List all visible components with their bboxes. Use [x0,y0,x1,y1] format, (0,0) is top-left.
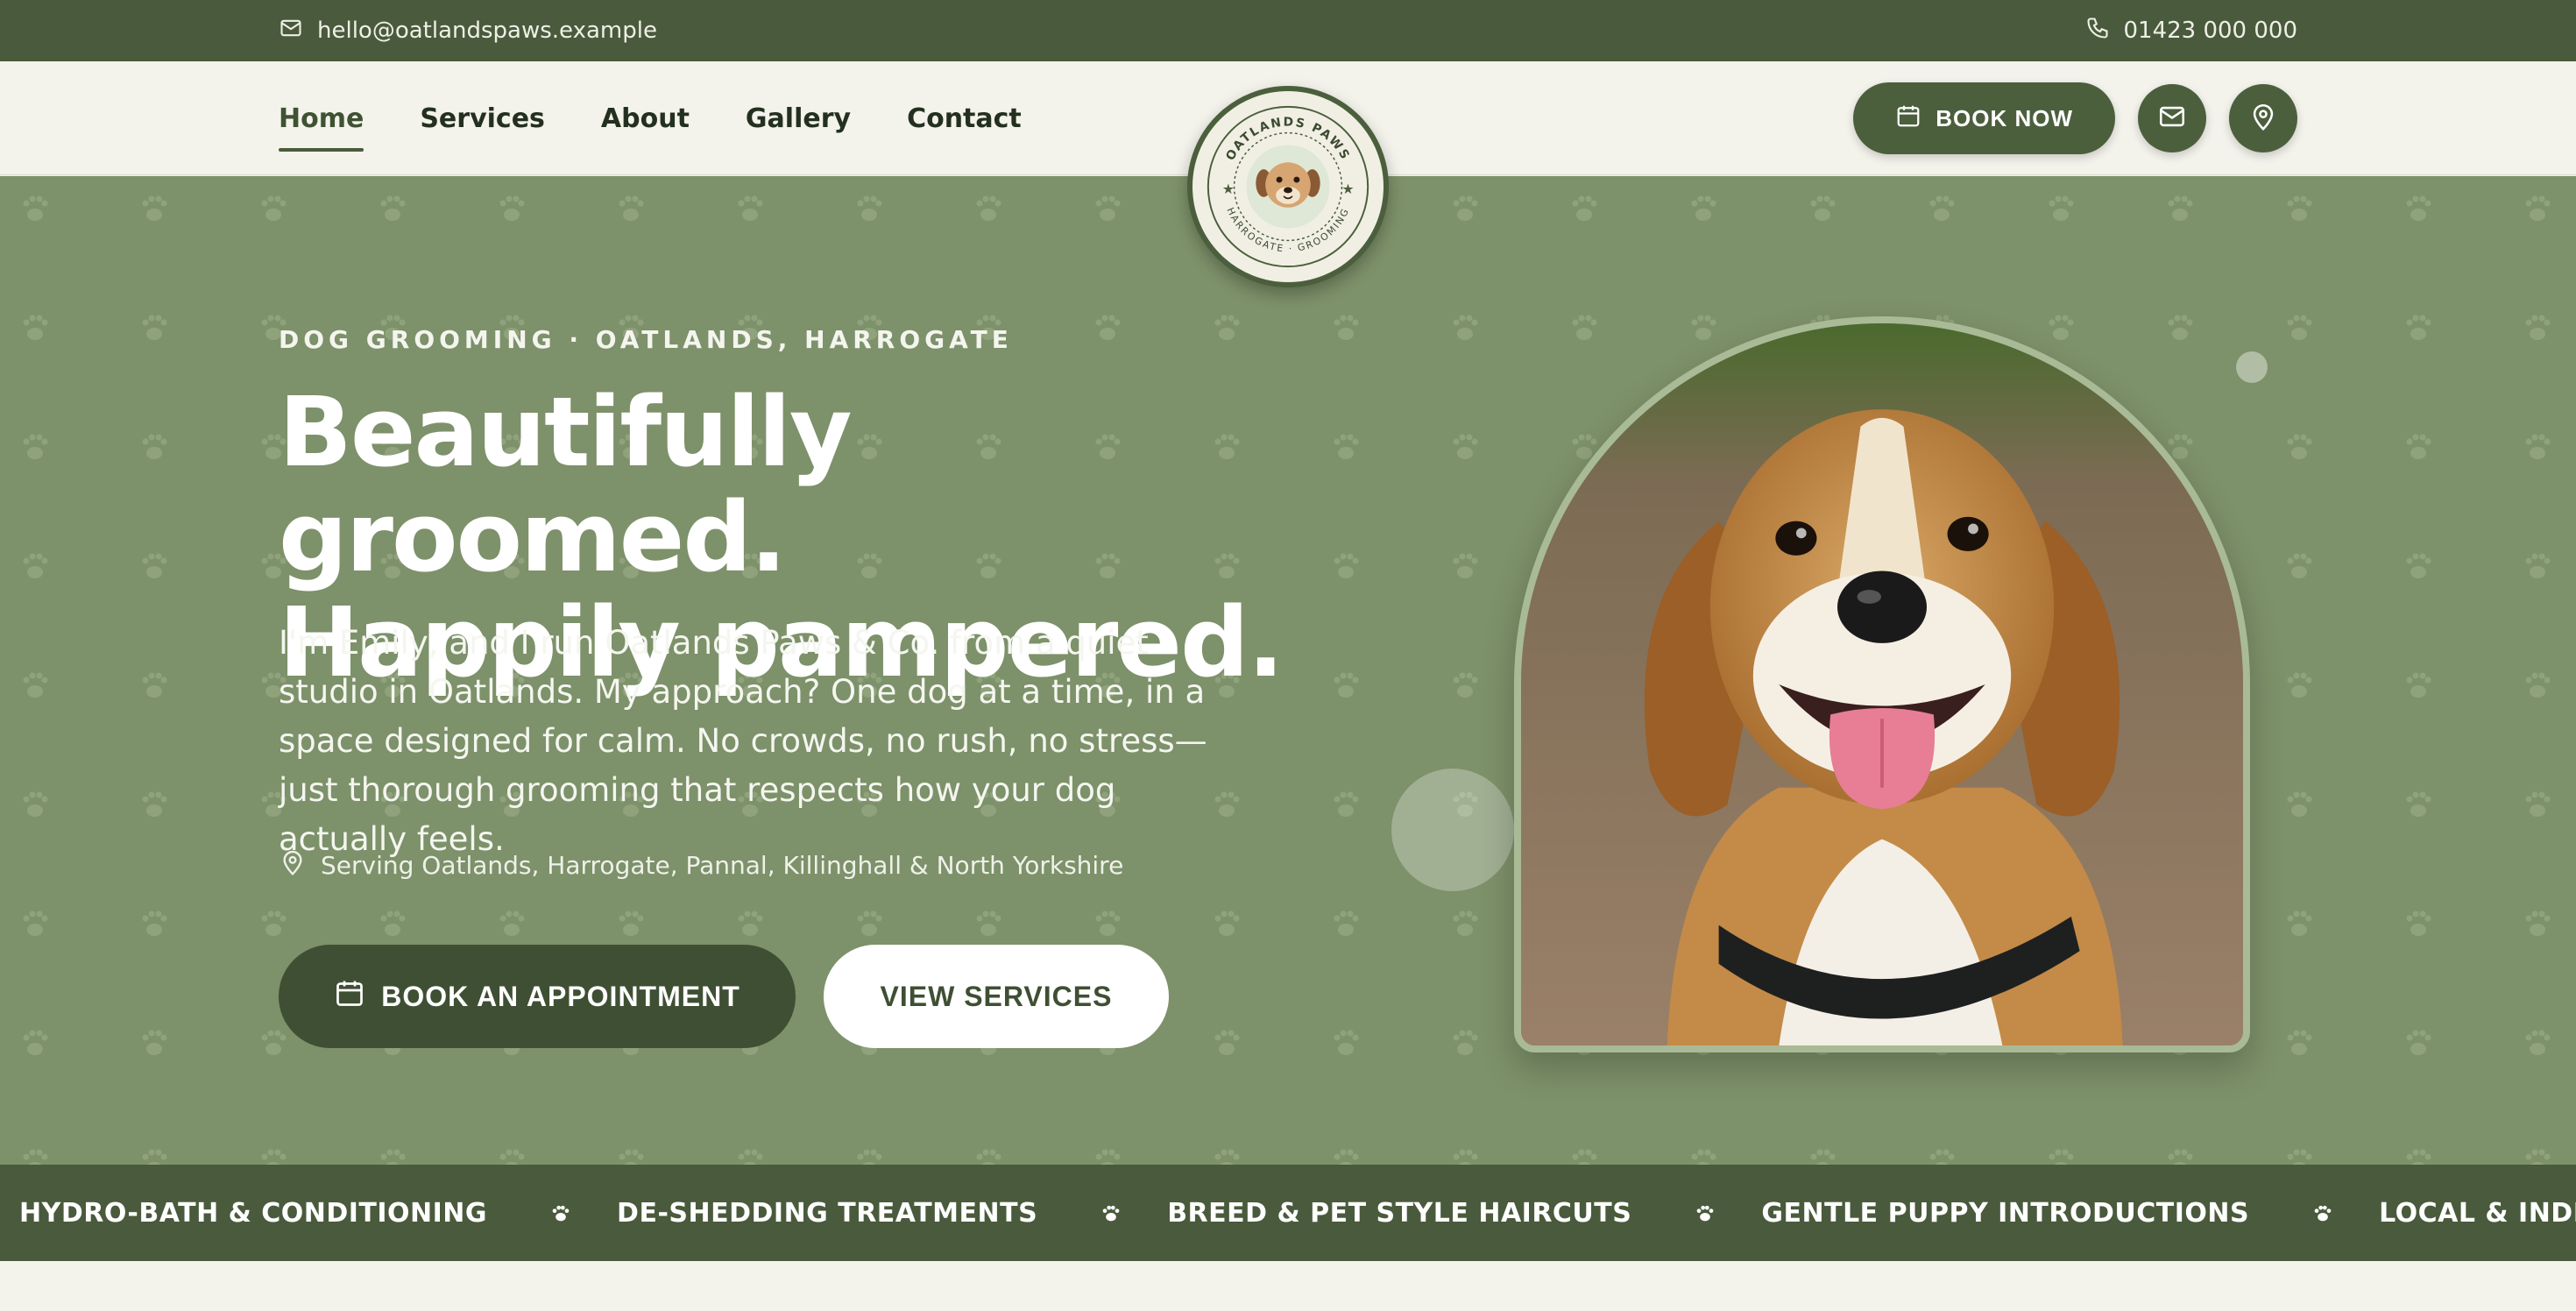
marquee-track: HYDRO-BATH & CONDITIONING DE-SHEDDING TR… [19,1165,2576,1261]
mail-icon [279,16,303,46]
main-nav: Home Services About Gallery Contact [279,61,1022,175]
decorative-dot [2236,351,2268,383]
svg-text:★: ★ [1341,181,1354,197]
services-marquee: HYDRO-BATH & CONDITIONING DE-SHEDDING TR… [0,1165,2576,1261]
location-button[interactable] [2229,84,2297,152]
top-contact-bar: hello@oatlandspaws.example 01423 000 000 [0,0,2576,61]
hero-description: I'm Emily, and I run Oatlands Paws & Co.… [279,624,1207,858]
calendar-icon [1895,103,1921,135]
phone-icon [2085,16,2110,46]
topbar-email-link[interactable]: hello@oatlandspaws.example [279,0,657,61]
location-pin-icon [279,848,307,882]
headline-line-1: Beautifully groomed. [279,376,853,593]
header-actions: BOOK NOW [1853,82,2297,154]
service-area: Serving Oatlands, Harrogate, Pannal, Kil… [279,848,1123,882]
hero-cta-group: BOOK AN APPOINTMENT VIEW SERVICES [279,945,1169,1048]
paw-icon [1693,1201,1717,1225]
topbar-phone-link[interactable]: 01423 000 000 [2085,0,2298,61]
service-area-text: Serving Oatlands, Harrogate, Pannal, Kil… [321,851,1124,880]
view-services-button[interactable]: VIEW SERVICES [824,945,1169,1048]
topbar-phone-text: 01423 000 000 [2123,18,2298,44]
location-pin-icon [2248,102,2278,135]
paw-icon [1099,1201,1123,1225]
nav-item-about[interactable]: About [601,98,690,139]
hero-section: DOG GROOMING · OATLANDS, HARROGATE Beaut… [0,176,2576,1165]
marquee-item: DE-SHEDDING TREATMENTS [617,1197,1038,1229]
site-logo[interactable]: OATLANDS PAWS HARROGATE · GROOMING ★ ★ [1187,86,1389,287]
nav-item-contact[interactable]: Contact [907,98,1022,139]
book-appointment-label: BOOK AN APPOINTMENT [381,980,740,1012]
hero-eyebrow: DOG GROOMING · OATLANDS, HARROGATE [279,325,1013,354]
marquee-item: GENTLE PUPPY INTRODUCTIONS [1761,1197,2250,1229]
nav-item-gallery[interactable]: Gallery [746,98,851,139]
email-button[interactable] [2138,84,2206,152]
mail-icon [2157,102,2187,135]
hero-dog-image [1514,316,2250,1052]
nav-item-services[interactable]: Services [420,98,545,139]
calendar-icon [334,977,365,1016]
book-appointment-button[interactable]: BOOK AN APPOINTMENT [279,945,796,1048]
nav-item-home[interactable]: Home [279,98,364,152]
marquee-item: BREED & PET STYLE HAIRCUTS [1167,1197,1632,1229]
book-now-label: BOOK NOW [1936,104,2073,131]
decorative-bubble [1391,769,1514,891]
svg-text:★: ★ [1222,181,1235,197]
marquee-item: LOCAL & INDEPENDENT STUDIO [2379,1197,2576,1229]
marquee-item: HYDRO-BATH & CONDITIONING [19,1197,488,1229]
topbar-email-text: hello@oatlandspaws.example [317,18,657,44]
beagle-dog-photo [1521,323,2243,1045]
next-section-start [0,1261,2576,1311]
book-now-button[interactable]: BOOK NOW [1853,82,2115,154]
paw-icon [2311,1201,2335,1225]
paw-icon [548,1201,573,1225]
